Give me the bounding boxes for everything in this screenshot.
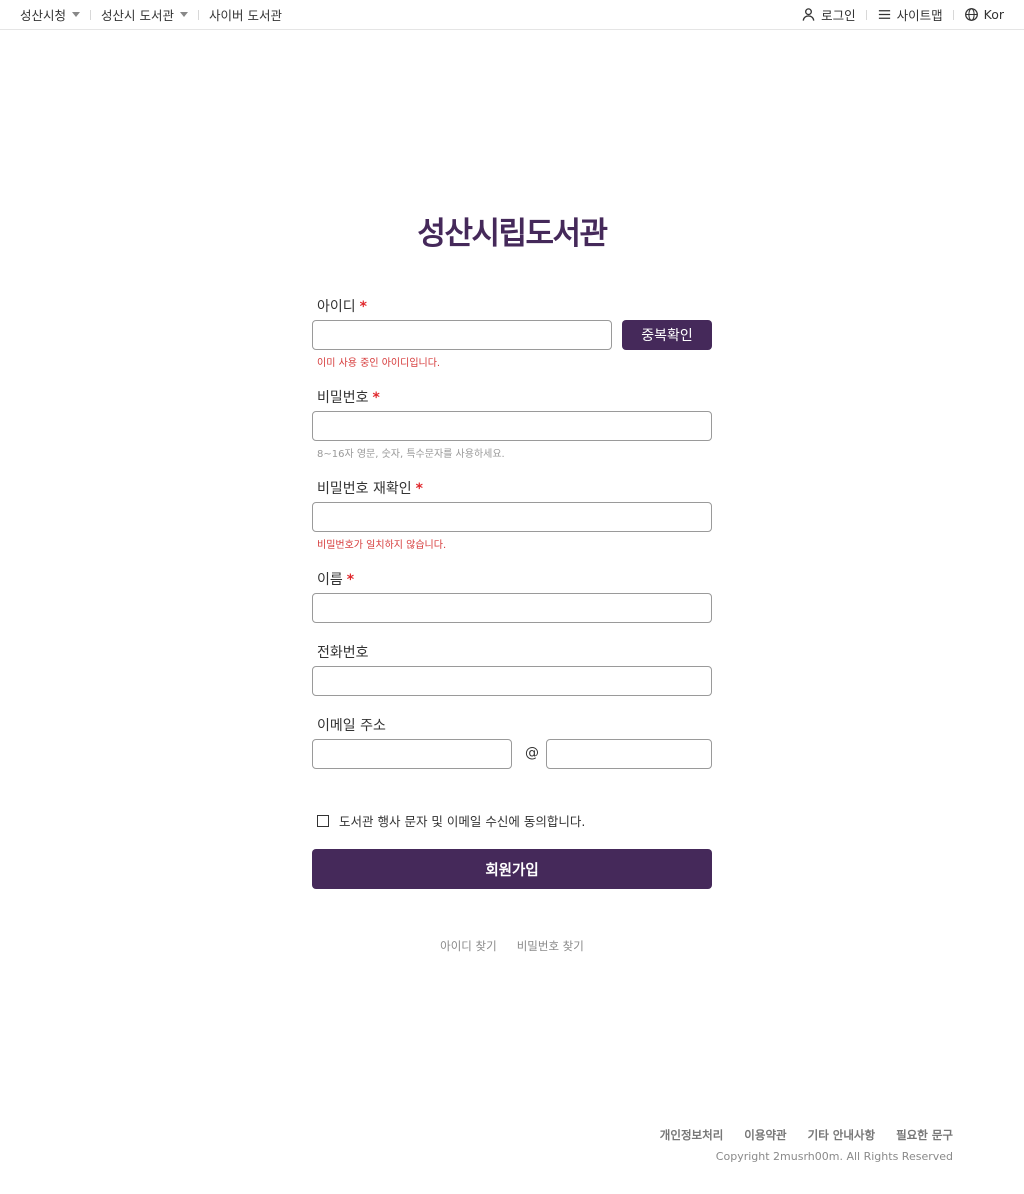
nav-city-library-label: 성산시 도서관 <box>101 8 174 23</box>
id-label: 아이디 * <box>317 296 367 316</box>
name-input[interactable] <box>312 593 712 623</box>
find-password-link[interactable]: 비밀번호 찾기 <box>517 938 584 954</box>
password-hint: 8~16자 영문, 숫자, 특수문자를 사용하세요. <box>317 449 505 460</box>
nav-city-library[interactable]: 성산시 도서관 <box>101 5 188 24</box>
menu-icon <box>877 7 892 22</box>
email-label: 이메일 주소 <box>317 718 386 734</box>
id-input[interactable] <box>312 320 612 350</box>
footer-links: 개인정보처리 이용약관 기타 안내사항 필요한 문구 <box>639 1127 953 1143</box>
password-confirm-label-text: 비밀번호 재확인 <box>317 481 412 497</box>
agree-row[interactable]: 도서관 행사 문자 및 이메일 수신에 동의합니다. <box>317 811 585 830</box>
divider <box>90 9 92 20</box>
user-icon <box>801 7 816 22</box>
signup-button[interactable]: 회원가입 <box>312 849 712 889</box>
nav-city-hall-label: 성산시청 <box>20 8 67 23</box>
id-error-message: 이미 사용 중인 아이디입니다. <box>317 358 441 369</box>
find-links: 아이디 찾기 비밀번호 찾기 <box>0 938 1024 954</box>
footer-link-notice[interactable]: 기타 안내사항 <box>808 1127 875 1143</box>
required-mark: * <box>346 572 355 588</box>
divider <box>952 9 954 20</box>
required-mark: * <box>359 299 367 315</box>
footer-link-extra[interactable]: 필요한 문구 <box>896 1127 953 1143</box>
sitemap-label: 사이트맵 <box>896 8 943 23</box>
language-selector[interactable]: Kor <box>964 7 1004 22</box>
footer-link-terms[interactable]: 이용약관 <box>744 1127 786 1143</box>
email-local-input[interactable] <box>312 739 512 769</box>
copyright: Copyright 2musrh00m. All Rights Reserved <box>715 1150 953 1163</box>
divider <box>198 9 199 20</box>
email-domain-input[interactable] <box>546 739 712 769</box>
required-mark: * <box>372 390 380 406</box>
duplicate-check-button[interactable]: 중복확인 <box>622 320 712 350</box>
top-bar: 성산시청 성산시 도서관 사이버 도서관 로그인 사이트맵 Kor <box>0 0 1024 30</box>
name-label-text: 이름 <box>317 572 343 588</box>
page-title: 성산시립도서관 <box>417 216 608 252</box>
chevron-down-icon <box>180 12 188 17</box>
password-confirm-input[interactable] <box>312 502 712 532</box>
password-label: 비밀번호 * <box>317 387 380 407</box>
id-label-text: 아이디 <box>317 299 356 315</box>
divider <box>865 9 867 20</box>
nav-cyber-library-label: 사이버 도서관 <box>209 8 282 23</box>
chevron-down-icon <box>72 12 81 17</box>
name-label: 이름 * <box>317 569 354 589</box>
login-label: 로그인 <box>821 8 856 23</box>
sitemap-link[interactable]: 사이트맵 <box>877 5 943 24</box>
phone-input[interactable] <box>312 666 712 696</box>
globe-icon <box>964 7 979 22</box>
phone-label: 전화번호 <box>317 645 369 661</box>
email-at-sign: @ <box>525 745 539 761</box>
footer-link-privacy[interactable]: 개인정보처리 <box>660 1127 723 1143</box>
login-link[interactable]: 로그인 <box>801 5 856 24</box>
agree-label: 도서관 행사 문자 및 이메일 수신에 동의합니다. <box>339 814 586 829</box>
top-bar-left: 성산시청 성산시 도서관 사이버 도서관 <box>20 5 282 24</box>
password-confirm-label: 비밀번호 재확인 * <box>317 478 423 498</box>
password-input[interactable] <box>312 411 712 441</box>
password-label-text: 비밀번호 <box>317 390 369 406</box>
top-bar-right: 로그인 사이트맵 Kor <box>801 5 1004 24</box>
nav-cyber-library[interactable]: 사이버 도서관 <box>209 5 282 24</box>
password-confirm-error: 비밀번호가 일치하지 않습니다. <box>317 540 447 551</box>
language-label: Kor <box>983 7 1004 22</box>
required-mark: * <box>415 481 423 497</box>
find-id-link[interactable]: 아이디 찾기 <box>440 938 497 954</box>
agree-checkbox[interactable] <box>317 814 329 827</box>
nav-city-hall[interactable]: 성산시청 <box>20 5 81 24</box>
footer: 개인정보처리 이용약관 기타 안내사항 필요한 문구 Copyright 2mu… <box>639 1127 953 1163</box>
